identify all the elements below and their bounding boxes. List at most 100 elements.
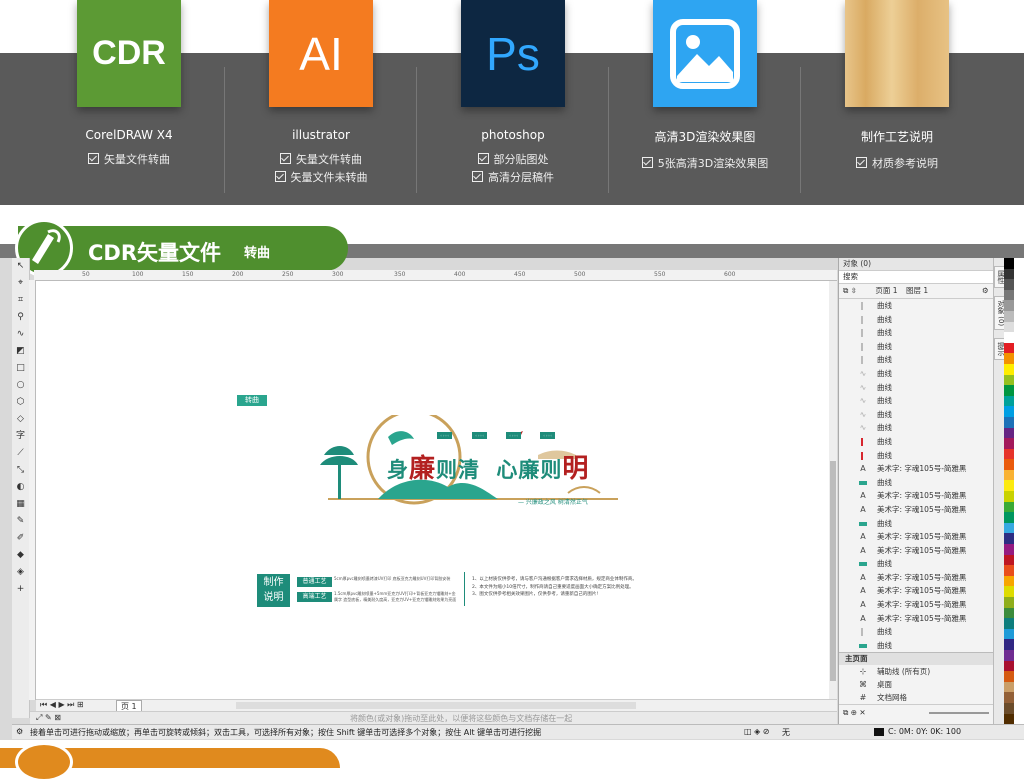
object-row[interactable]: 曲线 xyxy=(839,299,994,313)
outline-color-swatch[interactable] xyxy=(874,728,884,736)
color-swatch[interactable] xyxy=(1004,692,1014,703)
color-swatch[interactable] xyxy=(1004,597,1014,608)
object-row[interactable]: A 美术字: 字魂105号-简雅黑 xyxy=(839,489,994,503)
blend-tool-icon[interactable]: ◐ xyxy=(12,479,29,496)
basic-shapes-icon[interactable]: ◇ xyxy=(12,411,29,428)
object-row[interactable]: 曲线 xyxy=(839,639,994,653)
color-swatch[interactable] xyxy=(1004,258,1014,269)
color-swatch[interactable] xyxy=(1004,416,1014,428)
color-swatch[interactable] xyxy=(1004,321,1014,333)
object-row[interactable]: A 美术字: 字魂105号-简雅黑 xyxy=(839,612,994,626)
color-swatch[interactable] xyxy=(1004,575,1014,587)
desktop-row[interactable]: ⌘ 桌面 xyxy=(839,678,994,691)
vertical-ruler[interactable] xyxy=(29,280,36,700)
smart-fill-icon[interactable]: ◩ xyxy=(12,343,29,360)
object-row[interactable]: 曲线 xyxy=(839,517,994,531)
color-swatch[interactable] xyxy=(1004,448,1014,460)
rectangle-tool-icon[interactable]: □ xyxy=(12,360,29,377)
color-swatch[interactable] xyxy=(1004,649,1014,661)
freehand-tool-icon[interactable]: ∿ xyxy=(12,326,29,343)
object-row[interactable]: A 美术字: 字魂105号-简雅黑 xyxy=(839,544,994,558)
object-row[interactable]: 曲线 xyxy=(839,625,994,639)
docker-settings-icon[interactable]: ⚙ xyxy=(982,284,989,298)
object-row[interactable]: A 美术字: 字魂105号-简雅黑 xyxy=(839,503,994,517)
color-swatch[interactable] xyxy=(1004,480,1014,492)
color-swatch[interactable] xyxy=(1004,363,1014,375)
horizontal-ruler[interactable]: 50 100 150 200 250 300 350 400 450 500 5… xyxy=(34,270,837,281)
shape-tool-icon[interactable]: ⌖ xyxy=(12,275,29,292)
color-swatch[interactable] xyxy=(1004,501,1014,513)
scroll-thumb[interactable] xyxy=(830,461,836,681)
color-swatch[interactable] xyxy=(1004,342,1014,354)
color-swatch[interactable] xyxy=(1004,660,1014,672)
color-swatch[interactable] xyxy=(1004,628,1014,640)
color-swatch[interactable] xyxy=(1004,406,1014,417)
object-row[interactable]: 曲线 xyxy=(839,435,994,449)
object-row[interactable]: 曲线 xyxy=(839,476,994,490)
transparency-tool-icon[interactable]: ▦ xyxy=(12,496,29,513)
object-row[interactable]: 曲线 xyxy=(839,313,994,327)
color-swatch[interactable] xyxy=(1004,374,1014,386)
color-swatch[interactable] xyxy=(1004,427,1014,439)
connector-tool-icon[interactable]: ⤡ xyxy=(12,462,29,479)
color-swatch[interactable] xyxy=(1004,385,1014,396)
color-swatch[interactable] xyxy=(1004,469,1014,481)
layers-icon[interactable]: ⧉ ⇳ xyxy=(843,286,857,295)
object-row[interactable]: ∿ 曲线 xyxy=(839,421,994,435)
fill-indicator-icon[interactable]: ◫ ◈ ⊘ xyxy=(744,727,770,736)
text-tool-icon[interactable]: 字 xyxy=(12,428,29,445)
ellipse-tool-icon[interactable]: ○ xyxy=(12,377,29,394)
color-swatch[interactable] xyxy=(1004,586,1014,597)
guides-row[interactable]: ⊹ 辅助线 (所有页) xyxy=(839,665,994,678)
page-nav-arrows-icon[interactable]: ⏮ ◀ ▶ ⏭ ⊞ xyxy=(40,700,84,710)
color-swatch[interactable] xyxy=(1004,565,1014,576)
polygon-tool-icon[interactable]: ⬡ xyxy=(12,394,29,411)
color-swatch[interactable] xyxy=(1004,491,1014,502)
object-row[interactable]: A 美术字: 字魂105号-简雅黑 xyxy=(839,598,994,612)
object-row[interactable]: A 美术字: 字魂105号-简雅黑 xyxy=(839,530,994,544)
color-swatch[interactable] xyxy=(1004,671,1014,682)
color-swatch[interactable] xyxy=(1004,713,1014,725)
zoom-slider[interactable] xyxy=(929,712,989,715)
color-swatch[interactable] xyxy=(1004,289,1014,301)
object-row[interactable]: ∿ 曲线 xyxy=(839,381,994,395)
object-row[interactable]: 曲线 xyxy=(839,340,994,354)
vertical-scrollbar[interactable] xyxy=(829,281,837,699)
color-swatch[interactable] xyxy=(1004,544,1014,555)
object-search-field[interactable]: 搜索 xyxy=(839,271,994,284)
object-row[interactable]: A 美术字: 字魂105号-简雅黑 xyxy=(839,571,994,585)
object-row[interactable]: 曲线 xyxy=(839,326,994,340)
color-swatch[interactable] xyxy=(1004,639,1014,650)
color-swatch[interactable] xyxy=(1004,702,1014,714)
color-swatch[interactable] xyxy=(1004,554,1014,566)
layer-actions-icon[interactable]: ⧉ ⊕ ✕ xyxy=(843,708,866,717)
object-row[interactable]: A 美术字: 字魂105号-简雅黑 xyxy=(839,584,994,598)
object-row[interactable]: ∿ 曲线 xyxy=(839,394,994,408)
color-swatch[interactable] xyxy=(1004,522,1014,534)
grid-row[interactable]: # 文档网格 xyxy=(839,691,994,704)
color-swatch[interactable] xyxy=(1004,395,1014,407)
palette-tools-icon[interactable]: ⤢ ✎ ⊠ xyxy=(36,713,61,723)
horizontal-scrollbar[interactable] xyxy=(236,702,636,709)
color-swatch[interactable] xyxy=(1004,353,1014,364)
color-swatch[interactable] xyxy=(1004,268,1014,280)
outline-tool-icon[interactable]: ✐ xyxy=(12,530,29,547)
object-row[interactable]: 曲线 xyxy=(839,557,994,571)
object-row[interactable]: ∿ 曲线 xyxy=(839,367,994,381)
color-swatch[interactable] xyxy=(1004,310,1014,322)
master-page-heading[interactable]: 主页面 xyxy=(839,652,994,666)
zoom-tool-icon[interactable]: ⚲ xyxy=(12,309,29,326)
color-swatch[interactable] xyxy=(1004,618,1014,629)
color-swatch[interactable] xyxy=(1004,332,1014,343)
add-tool-icon[interactable]: + xyxy=(12,581,29,598)
pick-tool-icon[interactable]: ↖ xyxy=(12,258,29,275)
color-swatch[interactable] xyxy=(1004,681,1014,693)
object-row[interactable]: ∿ 曲线 xyxy=(839,408,994,422)
parallel-dimension-icon[interactable]: ⟋ xyxy=(12,445,29,462)
color-swatch[interactable] xyxy=(1004,512,1014,523)
fill-tool-icon[interactable]: ◆ xyxy=(12,547,29,564)
gear-icon[interactable]: ⚙ xyxy=(16,727,23,736)
color-swatch[interactable] xyxy=(1004,438,1014,449)
object-row[interactable]: A 美术字: 字魂105号-简雅黑 xyxy=(839,462,994,476)
object-row[interactable]: 曲线 xyxy=(839,449,994,463)
